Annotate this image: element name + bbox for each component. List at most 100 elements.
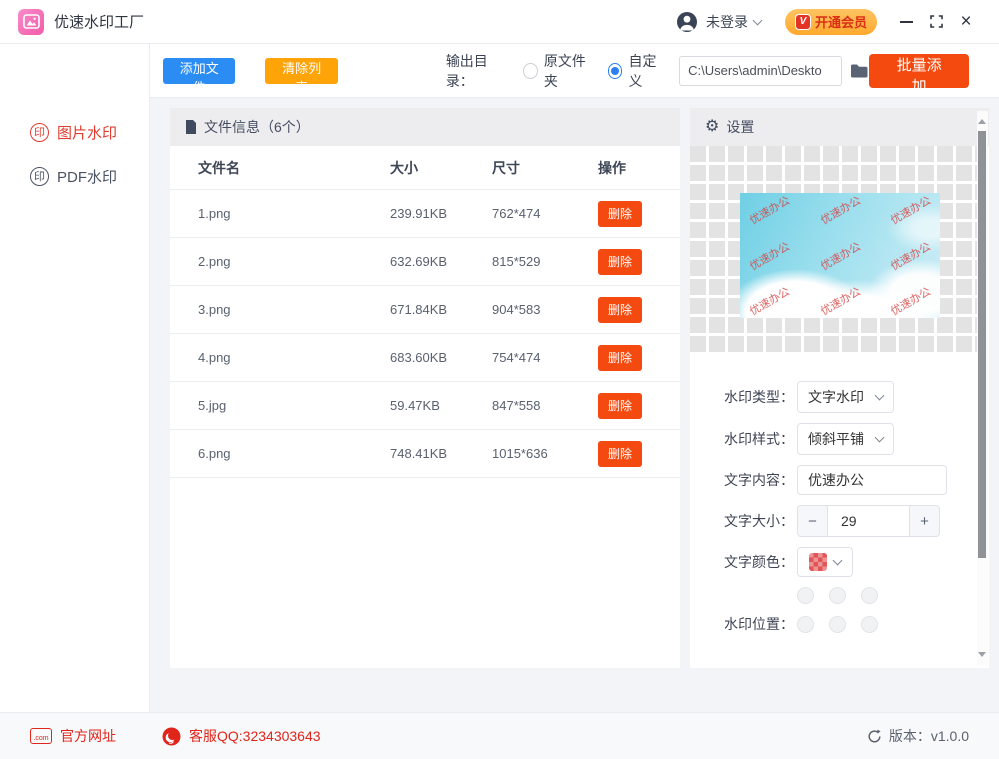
watermark-type-value: 文字水印 (808, 387, 864, 407)
footer: .com 官方网址 客服QQ:3234303643 版本：v1.0.0 (0, 712, 999, 759)
support-qq-label: 客服QQ:3234303643 (189, 726, 321, 746)
app-title: 优速水印工厂 (54, 11, 144, 32)
increase-button[interactable]: + (909, 505, 940, 537)
delete-button[interactable]: 删除 (598, 297, 642, 323)
cell-size: 239.91KB (390, 206, 492, 221)
position-option[interactable] (797, 616, 814, 633)
position-option[interactable] (797, 587, 814, 604)
radio-icon (523, 63, 538, 79)
radio-original-folder[interactable]: 原文件夹 (523, 51, 596, 91)
column-action: 操作 (598, 158, 680, 178)
chevron-down-icon (833, 556, 843, 566)
user-icon (676, 11, 698, 33)
settings-panel-header: ⚙ 设置 (690, 108, 989, 146)
maximize-button[interactable] (921, 7, 951, 37)
stamp-icon: 印 (30, 123, 49, 142)
settings-scrollbar[interactable] (977, 111, 988, 665)
cell-dimensions: 847*558 (492, 398, 598, 413)
watermark-style-label: 水印样式： (690, 429, 794, 449)
text-content-input[interactable] (797, 465, 947, 495)
cell-filename: 3.png (170, 302, 390, 317)
delete-button[interactable]: 删除 (598, 249, 642, 275)
minimize-icon (900, 21, 913, 23)
chevron-down-icon (875, 391, 885, 401)
watermark-type-label: 水印类型： (690, 387, 794, 407)
column-filename: 文件名 (170, 158, 390, 178)
text-color-picker[interactable] (797, 547, 853, 577)
refresh-icon[interactable] (867, 729, 882, 744)
login-menu[interactable]: 未登录 (676, 11, 761, 33)
cell-dimensions: 904*583 (492, 302, 598, 317)
official-website-link[interactable]: .com 官方网址 (30, 726, 116, 746)
watermark-type-select[interactable]: 文字水印 (797, 381, 894, 413)
radio-checked-icon (608, 63, 623, 79)
close-button[interactable]: × (951, 7, 981, 37)
version-info: 版本：v1.0.0 (867, 726, 969, 746)
cell-dimensions: 754*474 (492, 350, 598, 365)
text-content-label: 文字内容： (690, 470, 794, 490)
cell-size: 632.69KB (390, 254, 492, 269)
cell-filename: 5.jpg (170, 398, 390, 413)
folder-icon (850, 63, 869, 79)
browse-folder-button[interactable] (850, 63, 869, 79)
position-option[interactable] (829, 616, 846, 633)
table-row: 5.jpg 59.47KB 847*558 删除 (170, 382, 680, 430)
output-path-input[interactable] (679, 56, 842, 86)
cell-dimensions: 815*529 (492, 254, 598, 269)
watermark-position-label: 水印位置： (690, 614, 794, 634)
login-status-label: 未登录 (706, 12, 748, 32)
file-panel-title: 文件信息（6个） (204, 117, 310, 137)
vip-label: 开通会员 (815, 12, 867, 31)
chevron-down-icon (875, 433, 885, 443)
output-dir-label: 输出目录： (446, 51, 511, 91)
text-size-value[interactable]: 29 (828, 505, 909, 537)
cell-size: 59.47KB (390, 398, 492, 413)
batch-add-button[interactable]: 批量添加 (869, 54, 969, 88)
settings-panel-title: 设置 (726, 117, 754, 137)
website-icon: .com (30, 728, 52, 744)
watermark-style-select[interactable]: 倾斜平铺 (797, 423, 894, 455)
minimize-button[interactable] (891, 7, 921, 37)
delete-button[interactable]: 删除 (598, 201, 642, 227)
text-size-label: 文字大小： (690, 511, 794, 531)
preview-canvas: 优速办公 优速办公 优速办公 优速办公 优速办公 优速办公 优速办公 优速办公 … (690, 146, 977, 352)
cell-size: 683.60KB (390, 350, 492, 365)
scroll-down-icon[interactable] (978, 652, 986, 657)
gear-icon: ⚙ (705, 119, 719, 135)
position-option[interactable] (861, 616, 878, 633)
decrease-button[interactable]: − (797, 505, 828, 537)
scrollbar-thumb[interactable] (978, 131, 986, 558)
cell-dimensions: 1015*636 (492, 446, 598, 461)
table-row: 3.png 671.84KB 904*583 删除 (170, 286, 680, 334)
radio-custom-label: 自定义 (628, 51, 667, 91)
open-vip-button[interactable]: V 开通会员 (785, 9, 877, 35)
clear-list-button[interactable]: 清除列表 (265, 58, 337, 84)
cell-filename: 4.png (170, 350, 390, 365)
cell-size: 671.84KB (390, 302, 492, 317)
position-option[interactable] (861, 587, 878, 604)
toolbar: 添加文件 清除列表 输出目录： 原文件夹 自定义 批量添加 (150, 44, 999, 98)
delete-button[interactable]: 删除 (598, 441, 642, 467)
cell-dimensions: 762*474 (492, 206, 598, 221)
sidebar-item-image-watermark[interactable]: 印 图片水印 (0, 110, 149, 154)
official-website-label: 官方网址 (60, 726, 116, 746)
file-list-panel: 文件信息（6个） 文件名 大小 尺寸 操作 1.png 239.91KB 762… (170, 108, 680, 668)
color-swatch (809, 553, 827, 571)
add-files-button[interactable]: 添加文件 (163, 58, 235, 84)
radio-custom-folder[interactable]: 自定义 (608, 51, 668, 91)
settings-form: 水印类型： 文字水印 水印样式： 倾斜平铺 文字内容： (690, 381, 977, 644)
content-area: 文件信息（6个） 文件名 大小 尺寸 操作 1.png 239.91KB 762… (150, 98, 999, 712)
cell-filename: 2.png (170, 254, 390, 269)
table-header: 文件名 大小 尺寸 操作 (170, 146, 680, 190)
table-row: 6.png 748.41KB 1015*636 删除 (170, 430, 680, 478)
settings-panel: ⚙ 设置 优速办公 优速办公 优速办公 优速办公 优速办公 优速办公 优速办公 … (690, 108, 989, 668)
app-window: 优速水印工厂 未登录 V 开通会员 × (0, 0, 999, 759)
titlebar: 优速水印工厂 未登录 V 开通会员 × (0, 0, 999, 44)
scroll-up-icon[interactable] (978, 119, 986, 124)
support-qq-link[interactable]: 客服QQ:3234303643 (162, 726, 321, 746)
delete-button[interactable]: 删除 (598, 345, 642, 371)
sidebar-item-label: 图片水印 (57, 122, 117, 143)
delete-button[interactable]: 删除 (598, 393, 642, 419)
position-option[interactable] (829, 587, 846, 604)
sidebar-item-pdf-watermark[interactable]: 印 PDF水印 (0, 154, 149, 198)
